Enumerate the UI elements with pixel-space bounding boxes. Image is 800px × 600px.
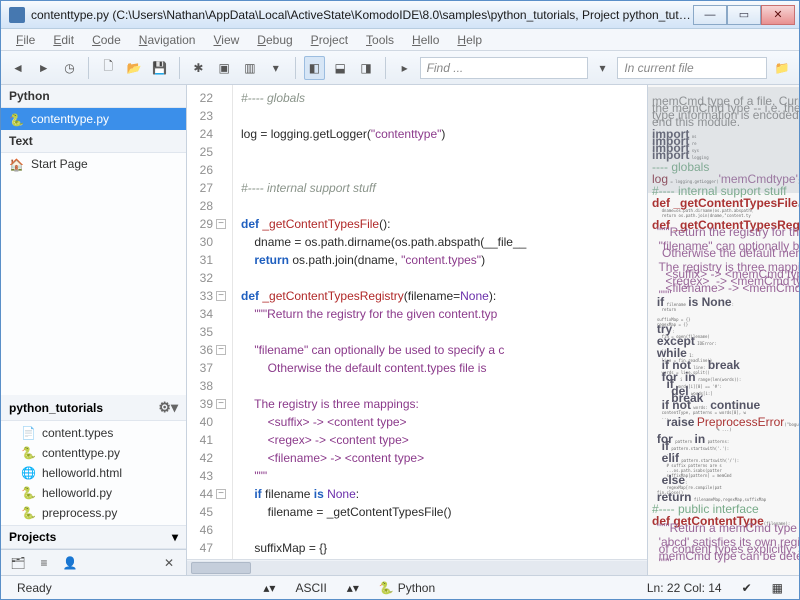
fold-icon[interactable]: − [216,291,226,301]
back-button[interactable]: ◄ [7,56,29,80]
status-ready: Ready [11,581,58,595]
menu-hello[interactable]: Hello [403,31,448,49]
panel-left-button[interactable]: ◧ [304,56,326,80]
open-files-text-header: Text [1,130,186,153]
status-indent[interactable]: ▴▾ [257,581,281,595]
menu-edit[interactable]: Edit [44,31,83,49]
status-encoding-arrows[interactable]: ▴▾ [341,581,365,595]
find-input[interactable]: Find ... [420,57,588,79]
minimize-button[interactable]: — [693,5,727,25]
places-tab[interactable]: 🗂 [9,554,27,572]
file-icon: 🐍 [21,506,36,520]
sidebar: Python 🐍 contenttype.py Text 🏠 Start Pag… [1,85,187,575]
status-position[interactable]: Ln: 22 Col: 14 [641,581,728,595]
sidebar-bottom-tabs: 🗂 ≡ 👤 ✕ [1,549,186,575]
menu-debug[interactable]: Debug [248,31,301,49]
status-language[interactable]: 🐍 Python [373,581,441,595]
window: contenttype.py (C:\Users\Nathan\AppData\… [0,0,800,600]
toolbar: ◄ ► ◷ 🗋 📂 💾 ✱ ▣ ▥ ▾ ◧ ⬓ ◨ ▸ Find ... ▾ I… [1,51,799,85]
project-title: python_tutorials [9,401,103,415]
fold-icon[interactable]: − [216,345,226,355]
menu-help[interactable]: Help [448,31,491,49]
scrollbar-thumb[interactable] [191,562,251,574]
project-file[interactable]: 📄 content.types [1,423,186,443]
find-in-files-button[interactable]: 📁 [771,56,793,80]
file-name: helloworld.html [42,466,122,480]
chevron-down-icon: ▾ [172,530,178,544]
editor: 2223242526272829−30313233−343536−373839−… [187,85,799,575]
fold-icon[interactable]: − [216,219,226,229]
status-tool-icon[interactable]: ▦ [766,581,789,595]
open-files-python-header: Python [1,85,186,108]
main-area: Python 🐍 contenttype.py Text 🏠 Start Pag… [1,85,799,575]
project-file[interactable]: 🐍 preprocess.py [1,503,186,523]
panel-right-button[interactable]: ◨ [355,56,377,80]
maximize-button[interactable]: ▭ [727,5,761,25]
find-prev-button[interactable]: ▸ [394,56,416,80]
gear-icon[interactable]: ⚙▾ [158,399,178,416]
collab-tab[interactable]: 👤 [61,554,79,572]
menu-view[interactable]: View [204,31,248,49]
new-file-button[interactable]: 🗋 [97,56,119,80]
menubar: FileEditCodeNavigationViewDebugProjectTo… [1,29,799,51]
tool-dropdown[interactable]: ▾ [265,56,287,80]
menu-project[interactable]: Project [302,31,357,49]
tool-button-2[interactable]: ▣ [213,56,235,80]
window-title: contenttype.py (C:\Users\Nathan\AppData\… [31,8,693,22]
project-file[interactable]: 🌐 helloworld.html [1,463,186,483]
project-header[interactable]: python_tutorials ⚙▾ [1,395,186,421]
python-icon: 🐍 [379,581,394,595]
projects-label: Projects [9,530,56,544]
open-file-contenttype[interactable]: 🐍 contenttype.py [1,108,186,130]
file-icon: 🐍 [21,446,36,460]
statusbar: Ready ▴▾ ASCII ▴▾ 🐍 Python Ln: 22 Col: 1… [1,575,799,599]
menu-tools[interactable]: Tools [357,31,403,49]
app-icon [9,7,25,23]
file-name: preprocess.py [42,506,117,520]
save-button[interactable]: 💾 [149,56,171,80]
status-syntax-ok-icon[interactable]: ✔ [736,581,758,595]
file-name: contenttype.py [42,446,120,460]
file-icon: 🐍 [21,486,36,500]
horizontal-scrollbar[interactable] [187,559,647,575]
minimap-viewport[interactable] [648,87,799,193]
page-icon: 🏠 [9,158,25,170]
scope-input[interactable]: In current file [617,57,767,79]
status-encoding[interactable]: ASCII [289,581,332,595]
window-buttons: — ▭ ✕ [693,5,795,25]
file-icon: 📄 [21,426,36,440]
menu-code[interactable]: Code [83,31,130,49]
close-panel-icon[interactable]: ✕ [160,554,178,572]
recent-button[interactable]: ◷ [59,56,81,80]
file-name: helloworld.py [42,486,112,500]
file-icon: 🌐 [21,466,36,480]
tool-button-1[interactable]: ✱ [188,56,210,80]
project-file-list: 📄 content.types 🐍 contenttype.py 🌐 helloworld… [1,421,186,525]
titlebar[interactable]: contenttype.py (C:\Users\Nathan\AppData\… [1,1,799,29]
open-button[interactable]: 📂 [123,56,145,80]
tool-button-3[interactable]: ▥ [239,56,261,80]
projects-panel-header[interactable]: Projects ▾ [1,525,186,549]
close-button[interactable]: ✕ [761,5,795,25]
forward-button[interactable]: ► [33,56,55,80]
menu-file[interactable]: File [7,31,44,49]
open-file-label: contenttype.py [31,112,109,126]
find-dropdown[interactable]: ▾ [592,56,614,80]
menu-navigation[interactable]: Navigation [130,31,205,49]
python-file-icon: 🐍 [9,113,25,125]
panel-bottom-button[interactable]: ⬓ [329,56,351,80]
line-gutter[interactable]: 2223242526272829−30313233−343536−373839−… [187,85,233,559]
code-area[interactable]: #---- globals log = logging.getLogger("c… [233,85,647,559]
minimap[interactable]: memCmd type of a file. Currently it only… [647,85,799,575]
open-file-startpage[interactable]: 🏠 Start Page [1,153,186,175]
file-name: content.types [42,426,113,440]
fold-icon[interactable]: − [216,489,226,499]
open-file-label: Start Page [31,157,88,171]
project-file[interactable]: 🐍 contenttype.py [1,443,186,463]
project-file[interactable]: 🐍 helloworld.py [1,483,186,503]
scrollbar-track[interactable] [187,561,647,575]
fold-icon[interactable]: − [216,399,226,409]
db-tab[interactable]: ≡ [35,554,53,572]
